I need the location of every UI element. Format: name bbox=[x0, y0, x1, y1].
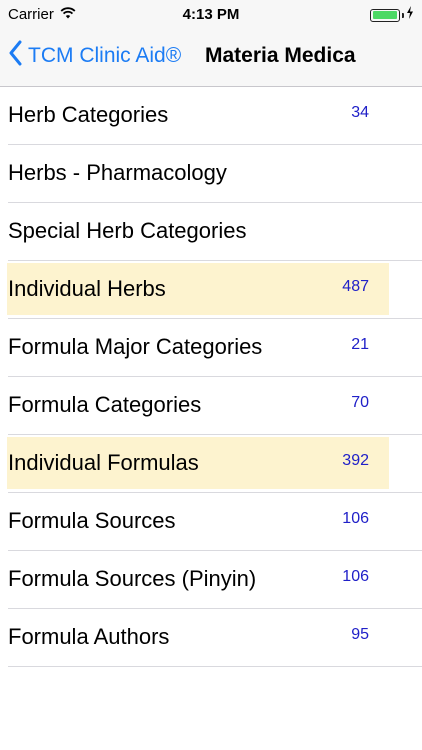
status-bar: Carrier 4:13 PM bbox=[0, 0, 422, 30]
list-item-count: 106 bbox=[342, 510, 369, 527]
list-item-formula-categories[interactable]: Formula Categories 70 bbox=[0, 377, 422, 435]
list-item-label: Individual Formulas bbox=[8, 450, 199, 475]
list-item-label: Individual Herbs bbox=[8, 276, 166, 301]
status-time: 4:13 PM bbox=[182, 6, 240, 23]
list-item-label: Herb Categories bbox=[8, 102, 169, 127]
page-title: Materia Medica bbox=[205, 44, 356, 67]
list-item-label: Special Herb Categories bbox=[8, 218, 247, 243]
list-item-label: Formula Sources (Pinyin) bbox=[8, 566, 257, 591]
list-item-herbs-pharmacology[interactable]: Herbs - Pharmacology bbox=[0, 145, 422, 203]
battery-tip bbox=[402, 12, 404, 18]
list-item-special-herb-categories[interactable]: Special Herb Categories bbox=[0, 203, 422, 261]
battery-fill bbox=[372, 11, 397, 19]
list-item-herb-categories[interactable]: Herb Categories 34 bbox=[0, 87, 422, 145]
list-item-count: 106 bbox=[342, 568, 369, 585]
list-item-formula-sources[interactable]: Formula Sources 106 bbox=[0, 493, 422, 551]
list-item-count: 392 bbox=[342, 452, 369, 469]
list-item-formula-major-categories[interactable]: Formula Major Categories 21 bbox=[0, 319, 422, 377]
list-item-label: Formula Categories bbox=[8, 392, 202, 417]
list-item-individual-formulas[interactable]: Individual Formulas 392 bbox=[0, 435, 422, 493]
chevron-left-icon bbox=[8, 40, 22, 71]
back-button-label: TCM Clinic Aid® bbox=[28, 43, 182, 67]
charging-icon bbox=[406, 6, 414, 24]
list-item-count: 95 bbox=[351, 626, 369, 643]
status-right bbox=[370, 6, 414, 24]
list-item-count: 21 bbox=[351, 336, 369, 353]
battery-icon bbox=[370, 8, 400, 22]
list-item-label: Formula Major Categories bbox=[8, 334, 263, 359]
menu-list: Herb Categories 34 Herbs - Pharmacology … bbox=[0, 87, 422, 667]
list-item-formula-sources-pinyin[interactable]: Formula Sources (Pinyin) 106 bbox=[0, 551, 422, 609]
list-item-label: Formula Sources bbox=[8, 508, 176, 533]
screen: Carrier 4:13 PM TCM Clinic Aid® Materia … bbox=[0, 0, 422, 750]
navigation-bar: TCM Clinic Aid® Materia Medica bbox=[0, 30, 422, 87]
list-item-label: Herbs - Pharmacology bbox=[8, 160, 227, 185]
back-button[interactable]: TCM Clinic Aid® bbox=[8, 40, 181, 71]
list-item-individual-herbs[interactable]: Individual Herbs 487 bbox=[0, 261, 422, 319]
list-item-count: 70 bbox=[351, 394, 369, 411]
list-item-formula-authors[interactable]: Formula Authors 95 bbox=[0, 609, 422, 667]
list-item-label: Formula Authors bbox=[8, 624, 170, 649]
list-item-count: 34 bbox=[351, 104, 369, 121]
row-separator bbox=[8, 666, 422, 667]
list-item-count: 487 bbox=[342, 278, 369, 295]
